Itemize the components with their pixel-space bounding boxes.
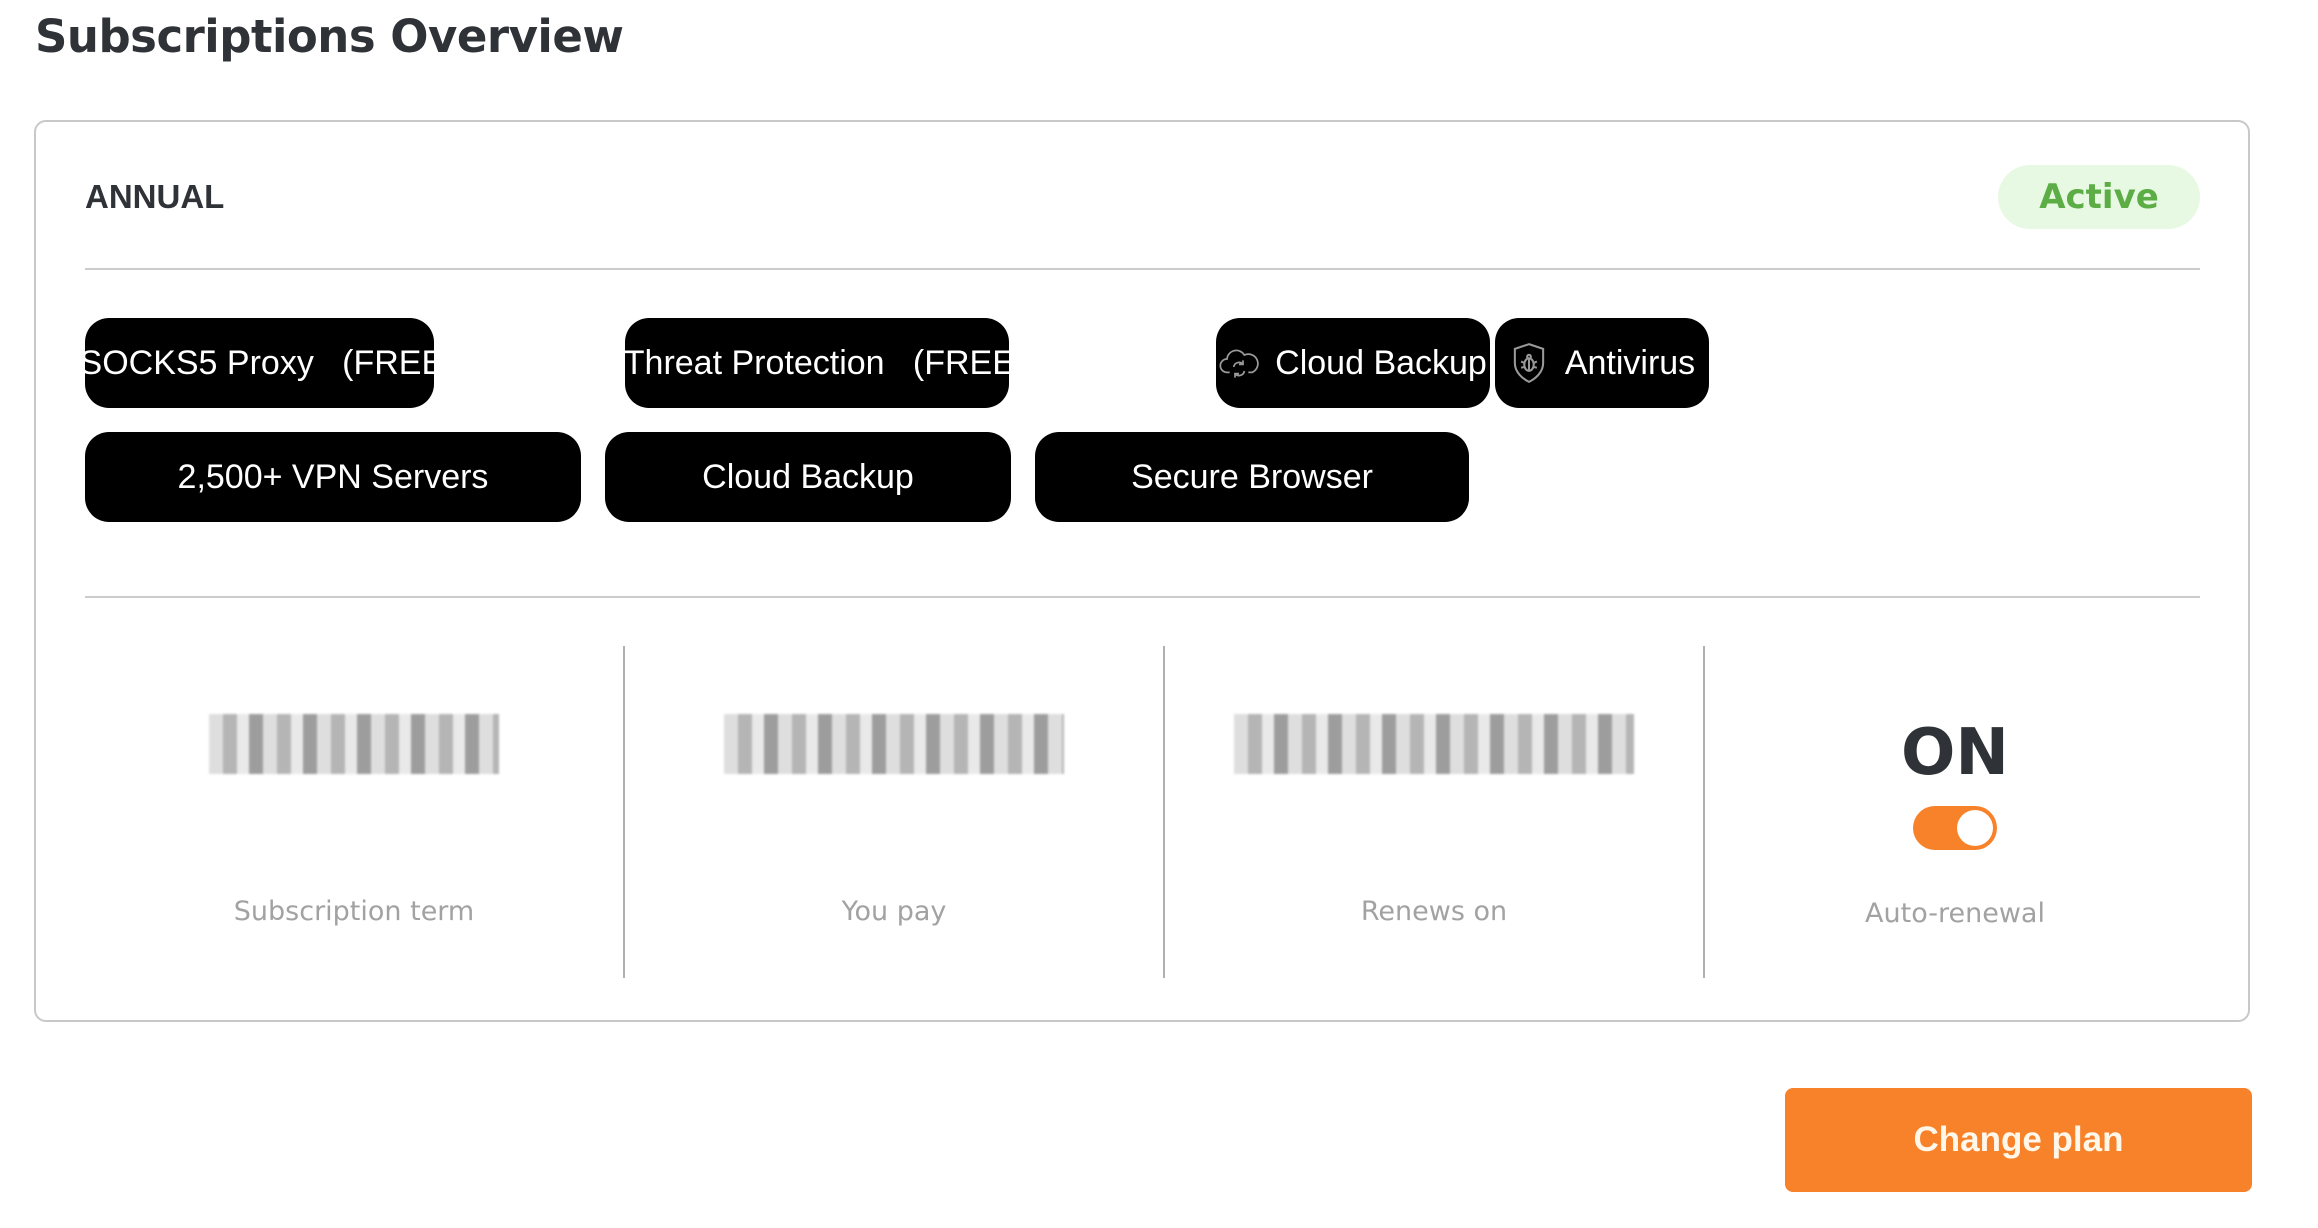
feature-pill-threat-protection[interactable]: Threat Protection (FREE) [624, 318, 1026, 408]
feature-label: Cloud Backup [1275, 343, 1487, 382]
subscription-card: ANNUAL Active SOCKS5 Proxy (FREE) Threat… [34, 120, 2250, 1022]
feature-label: 2,500+ VPN Servers [177, 457, 489, 496]
stat-auto-renewal: ON Auto-renewal [1705, 646, 2205, 978]
feature-label: SOCKS5 Proxy (FREE) [79, 343, 456, 382]
stat-subscription-term: Subscription term [85, 646, 623, 978]
feature-pill-secure-browser[interactable]: Secure Browser [1035, 432, 1469, 522]
stat-renews-on: Renews on [1165, 646, 1703, 978]
feature-pill-cloud-backup[interactable]: Cloud Backup [1216, 318, 1490, 408]
feature-pill-cloud-backup-2[interactable]: Cloud Backup [605, 432, 1011, 522]
feature-pill-socks5[interactable]: SOCKS5 Proxy (FREE) [80, 318, 455, 408]
stat-label: Subscription term [233, 896, 475, 927]
toggle-knob [1957, 810, 1993, 846]
auto-renewal-toggle[interactable] [1913, 806, 1997, 850]
change-plan-button[interactable]: Change plan [1785, 1088, 2252, 1192]
redacted-value [1234, 714, 1634, 774]
stats-divider [85, 596, 2200, 598]
feature-pill-antivirus[interactable]: Antivirus [1495, 318, 1709, 408]
cloud-sync-icon [1219, 341, 1259, 385]
stat-label: Auto-renewal [1865, 898, 2045, 929]
page-title: Subscriptions Overview [35, 10, 624, 63]
feature-label: Secure Browser [1131, 457, 1373, 496]
stat-label: You pay [841, 896, 947, 927]
feature-label: Threat Protection (FREE) [623, 343, 1027, 382]
subscription-stats: Subscription term You pay Renews on ON A… [85, 646, 2200, 978]
stat-label: Renews on [1360, 896, 1508, 927]
status-badge: Active [1998, 165, 2200, 229]
redacted-value [209, 714, 499, 774]
feature-label: Cloud Backup [702, 457, 914, 496]
redacted-value [724, 714, 1064, 774]
feature-label: Antivirus [1564, 343, 1696, 382]
shield-bug-icon [1509, 341, 1549, 385]
header-divider [85, 268, 2200, 270]
stat-you-pay: You pay [625, 646, 1163, 978]
feature-pill-vpn-servers[interactable]: 2,500+ VPN Servers [85, 432, 581, 522]
auto-renewal-state: ON [1901, 716, 2009, 790]
plan-name: ANNUAL [85, 178, 225, 215]
